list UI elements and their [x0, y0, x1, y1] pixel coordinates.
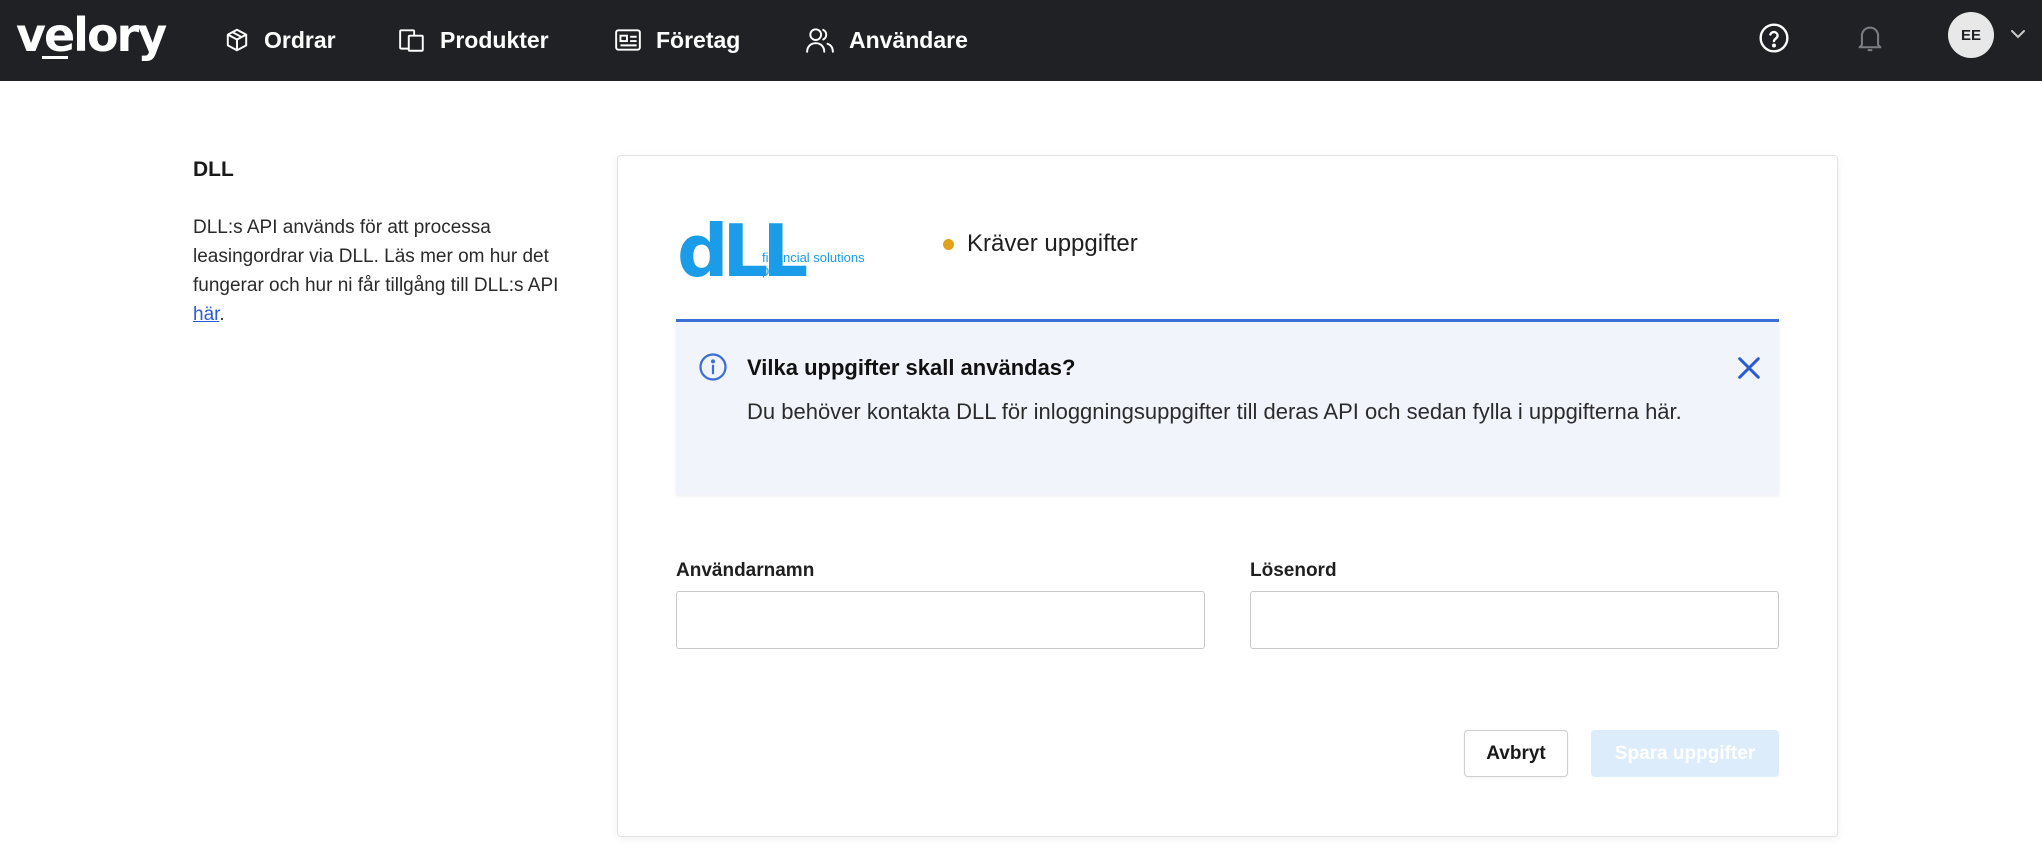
integration-card: dLL financial solutions partner Kräver u…: [617, 155, 1838, 837]
save-credentials-button[interactable]: Spara uppgifter: [1591, 730, 1779, 777]
username-input[interactable]: [676, 591, 1205, 649]
products-icon: [399, 29, 424, 52]
alert-title: Vilka uppgifter skall användas?: [747, 355, 1076, 380]
user-avatar[interactable]: EE: [1948, 12, 1994, 58]
logo-underline: [42, 56, 68, 59]
top-navigation-bar: velory Ordrar Produkter Företag Användar…: [0, 0, 2042, 81]
description-end: .: [219, 304, 225, 325]
password-input[interactable]: [1250, 591, 1779, 649]
nav-item-label: Produkter: [440, 26, 549, 53]
nav-item-ordrar[interactable]: Ordrar: [224, 20, 336, 60]
info-icon: [699, 353, 727, 381]
alert-body: Du behöver kontakta DLL för inloggningsu…: [747, 399, 1682, 424]
username-label: Användarnamn: [676, 560, 815, 581]
help-button[interactable]: [1756, 20, 1792, 56]
dll-logo-tagline-2: partner: [762, 263, 804, 278]
company-icon: [615, 29, 641, 51]
velory-logo[interactable]: velory: [16, 8, 167, 62]
status-badge: Kräver uppgifter: [943, 230, 1138, 258]
status-dot: [943, 238, 954, 250]
status-text: Kräver uppgifter: [967, 230, 1138, 257]
nav-item-label: Ordrar: [264, 26, 336, 53]
nav-item-label: Användare: [849, 26, 968, 53]
cancel-button[interactable]: Avbryt: [1464, 730, 1568, 777]
nav-item-anvandare[interactable]: Användare: [805, 20, 968, 60]
nav-item-produkter[interactable]: Produkter: [398, 20, 549, 60]
integration-description: DLL:s API används för att processa leasi…: [193, 213, 573, 329]
help-circle-icon: [1759, 23, 1789, 53]
package-icon: [226, 28, 248, 52]
info-alert: Vilka uppgifter skall användas? Du behöv…: [676, 319, 1779, 495]
password-label: Lösenord: [1250, 560, 1337, 581]
notifications-button[interactable]: [1852, 20, 1888, 56]
users-icon: [806, 28, 834, 53]
read-more-link[interactable]: här: [193, 304, 219, 325]
chevron-down-icon[interactable]: [2006, 22, 2030, 46]
close-icon[interactable]: [1733, 352, 1765, 384]
integration-title: DLL: [193, 158, 234, 181]
description-text: DLL:s API används för att processa leasi…: [193, 217, 559, 296]
nav-item-foretag[interactable]: Företag: [614, 20, 740, 60]
dll-logo: dLL financial solutions partner: [677, 216, 865, 286]
bell-icon: [1858, 26, 1882, 52]
nav-item-label: Företag: [656, 26, 741, 53]
